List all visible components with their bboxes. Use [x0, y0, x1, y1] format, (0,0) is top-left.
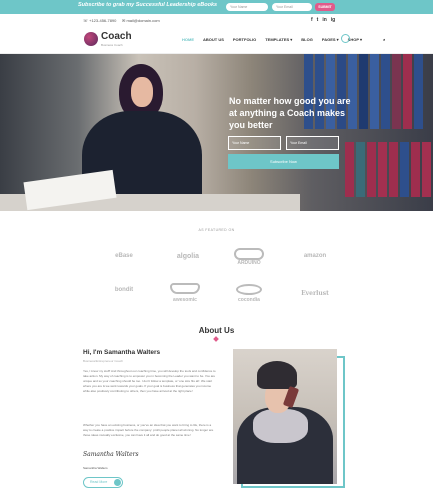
logo-tagline: Business Coach: [101, 43, 123, 47]
hero-name-input[interactable]: Your Name: [228, 136, 281, 150]
about-paragraph-2: Whether you have an existing business, o…: [83, 423, 214, 437]
about-title: About Us: [198, 326, 235, 335]
signature-name: Samantha Walters: [83, 466, 108, 470]
nav-item-portfolio[interactable]: PORTFOLIO: [233, 37, 256, 42]
promo-submit-button[interactable]: SUBMIT: [315, 3, 335, 11]
search-icon[interactable]: ⌕: [383, 37, 385, 42]
email-text: ✉ mail@domain.com: [122, 18, 160, 23]
twitter-icon[interactable]: t: [317, 17, 319, 23]
nav-item-home[interactable]: HOME: [182, 37, 194, 42]
brand-logo: eBase: [115, 253, 133, 259]
read-more-button[interactable]: Read More: [83, 477, 123, 488]
promo-bar: Subscribe to grab my Successful Leadersh…: [0, 0, 433, 14]
nav-item-blog[interactable]: BLOG: [301, 37, 313, 42]
contact-bar: ☏ +123-456-7890 ✉ mail@domain.com f t in…: [0, 14, 433, 26]
about-heading: Hi, I'm Samantha Walters: [83, 349, 161, 356]
logo-name[interactable]: Coach: [101, 31, 132, 42]
promo-text: Subscribe to grab my Successful Leadersh…: [78, 2, 218, 8]
awesomic-icon: [170, 283, 200, 294]
facebook-icon[interactable]: f: [311, 17, 313, 23]
featured-title: AS FEATURED ON: [198, 228, 235, 232]
nav-item-about[interactable]: ABOUT US: [203, 37, 224, 42]
hero-title: No matter how good you are at anything a…: [229, 96, 351, 130]
brand-logo: awesomic: [173, 297, 197, 303]
hero-section: [0, 54, 433, 211]
arduino-icon: [234, 248, 264, 260]
email-address[interactable]: mail@domain.com: [126, 18, 159, 23]
signature: Samantha Walters: [83, 451, 139, 458]
phone-number: +123-456-7890: [89, 18, 117, 23]
about-photo: [233, 349, 337, 484]
brand-logo: cocondia: [238, 297, 260, 303]
main-nav: HOME ABOUT US PORTFOLIO TEMPLATES ▾ BLOG…: [182, 37, 385, 42]
promo-name-input[interactable]: Your Name: [226, 3, 268, 11]
brand-logo: amazon: [303, 253, 327, 259]
brand-logo: algolia: [176, 253, 200, 260]
about-role: Business/Entrepreneur Coach: [83, 359, 124, 363]
phone-text: ☏ +123-456-7890: [83, 18, 117, 23]
about-paragraph-1: Yes, I know my stuff! And throughout our…: [83, 369, 216, 393]
brand-logo: Everlust: [301, 290, 329, 297]
hero-email-input[interactable]: Your Email: [286, 136, 339, 150]
instagram-icon[interactable]: ig: [331, 17, 335, 23]
cocondia-icon: [236, 284, 262, 295]
cart-icon[interactable]: [341, 34, 350, 43]
read-more-label: Read More: [90, 480, 108, 484]
brand-logo: ARDUINO: [237, 260, 261, 266]
nav-item-templates[interactable]: TEMPLATES ▾: [265, 37, 292, 42]
social-links: f t in ig: [311, 17, 335, 23]
brand-logo: bondit: [114, 287, 134, 293]
site-header: Coach Business Coach HOME ABOUT US PORTF…: [0, 26, 433, 54]
nav-item-pages[interactable]: PAGES ▾: [322, 37, 339, 42]
logo-icon[interactable]: [84, 32, 98, 46]
linkedin-icon[interactable]: in: [322, 17, 326, 23]
arrow-icon: [114, 479, 121, 486]
promo-email-input[interactable]: Your Email: [272, 3, 312, 11]
about-divider: [208, 336, 224, 342]
subscribe-button[interactable]: Subscribe Now: [228, 154, 339, 169]
shelf-binders-lower: [345, 142, 433, 197]
